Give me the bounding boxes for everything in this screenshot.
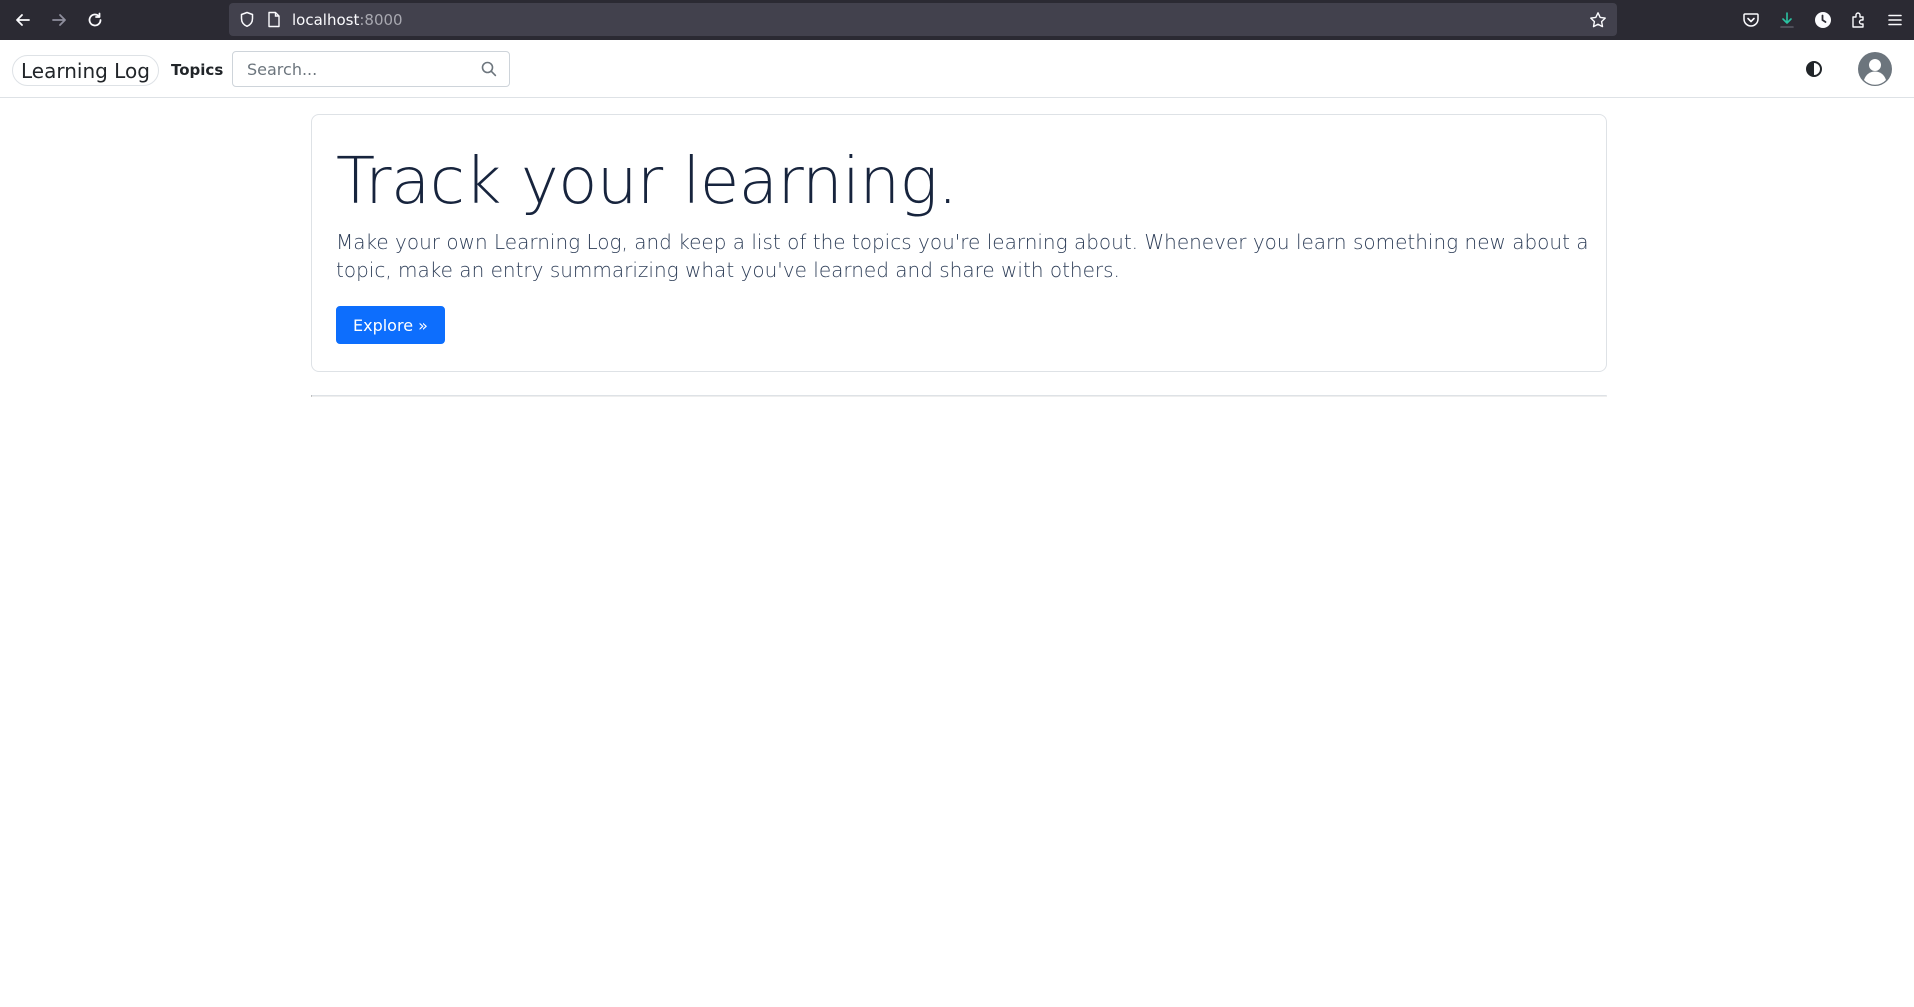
- url-text: localhost:8000: [292, 11, 403, 29]
- explore-button[interactable]: Explore »: [336, 306, 445, 344]
- extensions-icon[interactable]: [1848, 9, 1870, 31]
- menu-icon[interactable]: [1884, 9, 1906, 31]
- theme-toggle-icon[interactable]: [1803, 58, 1825, 80]
- hero-card: Track your learning. Make your own Learn…: [311, 114, 1607, 372]
- search-input[interactable]: [234, 53, 474, 85]
- shield-icon[interactable]: [239, 11, 255, 32]
- content-divider: [311, 395, 1607, 397]
- url-port: :8000: [359, 11, 403, 29]
- page-icon: [267, 11, 281, 32]
- search-box: [232, 51, 510, 87]
- pocket-icon[interactable]: [1740, 9, 1762, 31]
- site-navbar: Learning Log Topics: [0, 40, 1914, 98]
- search-icon[interactable]: [481, 61, 499, 79]
- browser-toolbar: localhost:8000: [0, 0, 1914, 40]
- user-avatar-icon[interactable]: [1857, 51, 1893, 87]
- forward-arrow-icon[interactable]: [47, 8, 71, 32]
- download-icon[interactable]: [1776, 9, 1798, 31]
- address-bar[interactable]: localhost:8000: [229, 3, 1617, 36]
- back-arrow-icon[interactable]: [11, 8, 35, 32]
- nav-link-topics[interactable]: Topics: [171, 61, 223, 79]
- brand-link[interactable]: Learning Log: [12, 55, 159, 86]
- bookmark-star-icon[interactable]: [1589, 11, 1607, 33]
- account-icon[interactable]: [1812, 9, 1834, 31]
- hero-description: Make your own Learning Log, and keep a l…: [336, 230, 1589, 282]
- url-host: localhost: [292, 11, 360, 29]
- hero-title: Track your learning.: [336, 145, 958, 219]
- reload-icon[interactable]: [83, 8, 107, 32]
